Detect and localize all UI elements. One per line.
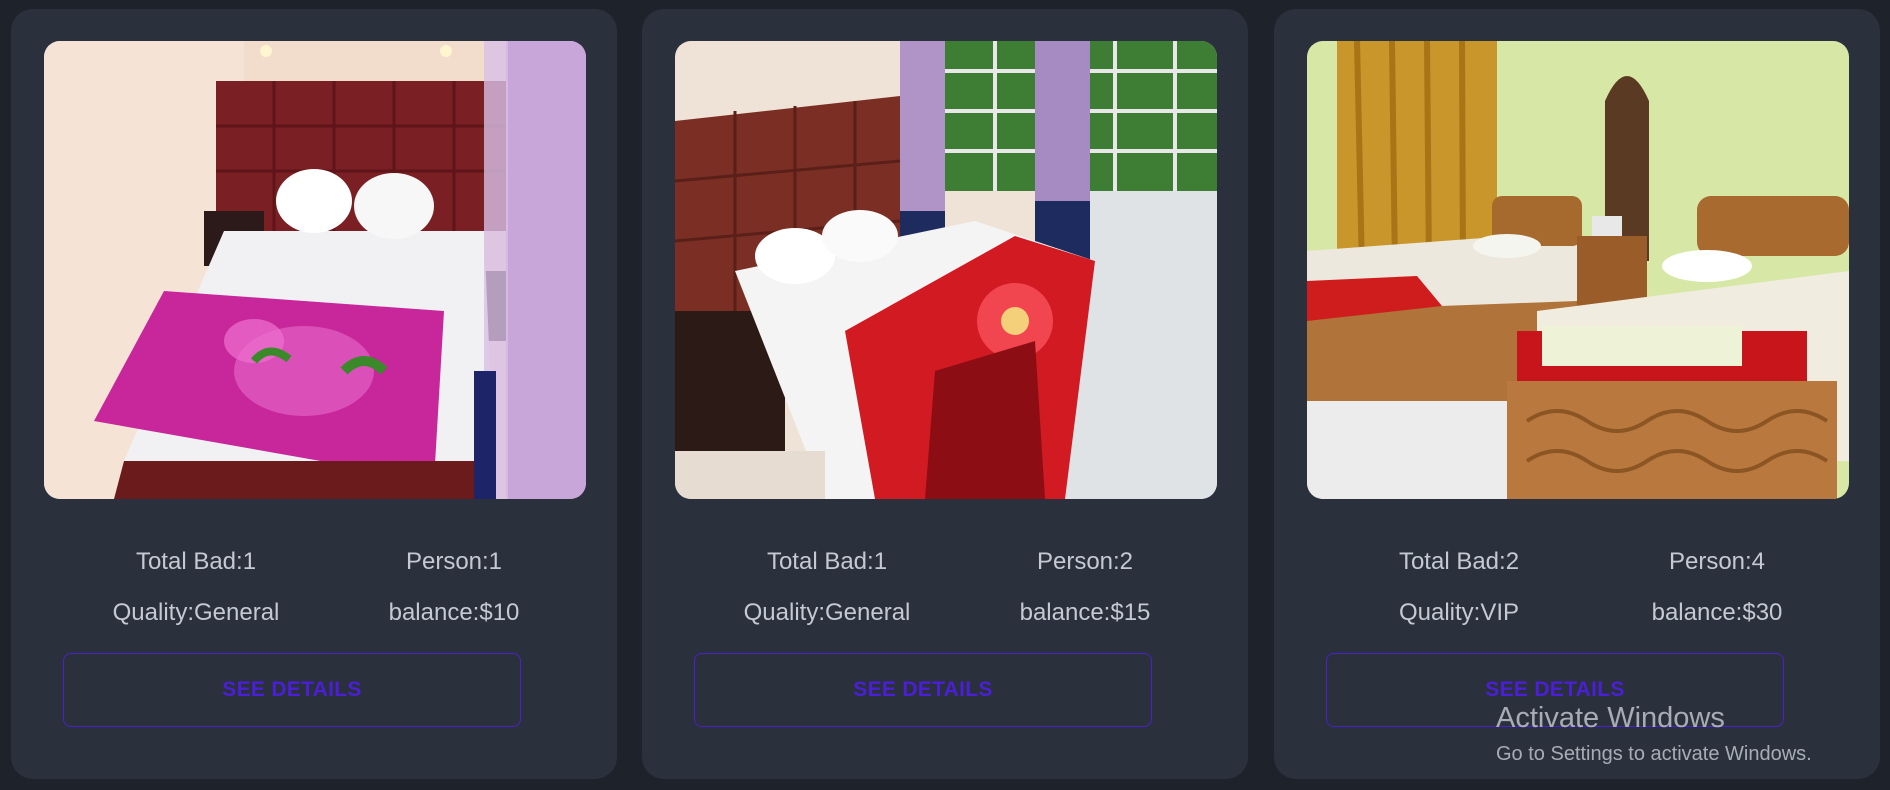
see-details-button-2[interactable]: SEE DETAILS bbox=[694, 653, 1152, 727]
room-photo-3 bbox=[1307, 41, 1849, 499]
room-card-1: Total Bad:1 Person:1 Quality:General bal… bbox=[11, 9, 617, 779]
see-details-button-3[interactable]: SEE DETAILS bbox=[1326, 653, 1784, 727]
room-photo-2-image bbox=[675, 41, 1217, 499]
quality-2: Quality:General bbox=[743, 599, 911, 626]
person-count-2: Person:2 bbox=[1036, 548, 1134, 575]
quality-3: Quality:VIP bbox=[1398, 599, 1520, 626]
quality-1: Quality:General bbox=[112, 599, 280, 626]
balance-3: balance:$30 bbox=[1651, 599, 1783, 626]
total-bad-2: Total Bad:1 bbox=[766, 548, 888, 575]
room-card-2: Total Bad:1 Person:2 Quality:General bal… bbox=[642, 9, 1248, 779]
see-details-button-1[interactable]: SEE DETAILS bbox=[63, 653, 521, 727]
person-count-1: Person:1 bbox=[405, 548, 503, 575]
room-photo-1 bbox=[44, 41, 586, 499]
person-count-3: Person:4 bbox=[1668, 548, 1766, 575]
total-bad-3: Total Bad:2 bbox=[1398, 548, 1520, 575]
room-photo-2 bbox=[675, 41, 1217, 499]
room-card-grid: Total Bad:1 Person:1 Quality:General bal… bbox=[0, 0, 1890, 790]
room-photo-3-image bbox=[1307, 41, 1849, 499]
room-card-3: Total Bad:2 Person:4 Quality:VIP balance… bbox=[1274, 9, 1880, 779]
room-photo-1-image bbox=[44, 41, 586, 499]
total-bad-1: Total Bad:1 bbox=[135, 548, 257, 575]
balance-2: balance:$15 bbox=[1019, 599, 1151, 626]
balance-1: balance:$10 bbox=[388, 599, 520, 626]
